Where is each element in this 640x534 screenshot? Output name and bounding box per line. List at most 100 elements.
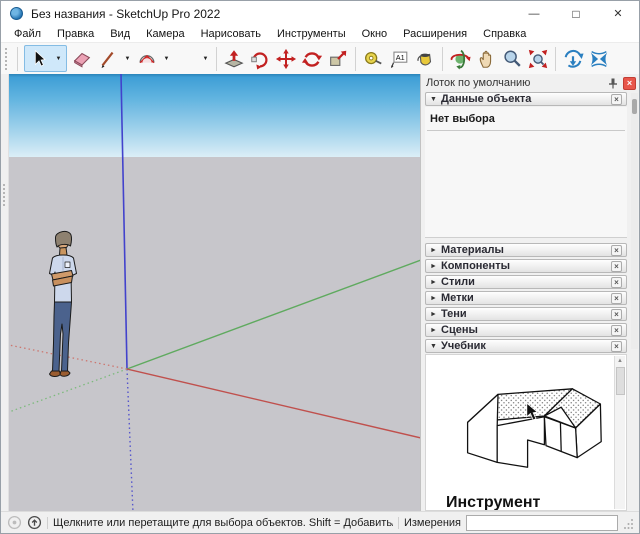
extension-warehouse-icon[interactable]	[586, 46, 612, 72]
maximize-button[interactable]: □	[555, 1, 597, 26]
chevron-right-icon: ►	[430, 247, 441, 254]
zoom-extents-tool-icon[interactable]	[525, 46, 551, 72]
section-close-button[interactable]: ×	[611, 277, 622, 288]
arc-tool-icon[interactable]	[134, 46, 160, 72]
chevron-down-icon: ▼	[430, 96, 441, 103]
credits-status-icon[interactable]	[27, 515, 42, 530]
default-tray-panel: Лоток по умолчанию × ▼ Данные объекта × …	[420, 74, 639, 511]
window-title: Без названия - SketchUp Pro 2022	[31, 7, 220, 21]
getting-started-toolbar: ▼ ▼ ▼ ▼	[1, 42, 639, 74]
shapes-tool-icon[interactable]	[173, 46, 199, 72]
text-tool-icon[interactable]: A1	[386, 46, 412, 72]
measurements-label: Измерения	[404, 517, 461, 529]
push-pull-tool-icon[interactable]	[221, 46, 247, 72]
svg-text:A1: A1	[396, 52, 405, 61]
tray-title: Лоток по умолчанию	[426, 77, 606, 89]
section-scenes[interactable]: ► Сцены ×	[425, 323, 627, 337]
spacer	[425, 238, 627, 242]
zoom-tool-icon[interactable]	[499, 46, 525, 72]
tray-header: Лоток по умолчанию ×	[421, 74, 639, 91]
section-close-button[interactable]: ×	[611, 325, 622, 336]
toolbar-drag-handle[interactable]	[5, 48, 11, 70]
section-materials[interactable]: ► Материалы ×	[425, 243, 627, 257]
title-bar: Без названия - SketchUp Pro 2022 — □ ✕	[1, 1, 639, 26]
chevron-right-icon: ►	[430, 327, 441, 334]
tape-measure-tool-icon[interactable]	[360, 46, 386, 72]
model-updates-icon[interactable]	[560, 46, 586, 72]
window-controls: — □ ✕	[513, 1, 639, 26]
status-separator	[398, 517, 399, 529]
toolbar-separator	[555, 47, 556, 71]
scale-figure	[37, 226, 87, 386]
toolbar-separator	[216, 47, 217, 71]
scrollbar-thumb[interactable]	[616, 367, 625, 395]
toolbar-separator	[17, 47, 18, 71]
section-close-button[interactable]: ×	[611, 341, 622, 352]
paint-bucket-tool-icon[interactable]	[412, 46, 438, 72]
select-tool-icon[interactable]	[26, 46, 52, 72]
menu-help[interactable]: Справка	[475, 28, 534, 40]
status-message: Щелкните или перетащите для выбора объек…	[53, 517, 393, 529]
left-dock-strip	[1, 74, 9, 511]
section-close-button[interactable]: ×	[611, 94, 622, 105]
section-instructor[interactable]: ▼ Учебник ×	[425, 339, 627, 353]
minimize-button[interactable]: —	[513, 1, 555, 26]
section-entity-info[interactable]: ▼ Данные объекта ×	[425, 92, 627, 106]
line-tool-dropdown-icon[interactable]: ▼	[121, 46, 134, 72]
menu-extensions[interactable]: Расширения	[395, 28, 475, 40]
tray-body: ▼ Данные объекта × Нет выбора ► Материал…	[421, 91, 639, 511]
resize-grip-icon[interactable]	[624, 517, 634, 529]
line-tool-icon[interactable]	[95, 46, 121, 72]
close-button[interactable]: ✕	[597, 1, 639, 26]
measurements-input[interactable]	[466, 515, 618, 531]
scale-tool-icon[interactable]	[325, 46, 351, 72]
section-shadows[interactable]: ► Тени ×	[425, 307, 627, 321]
modeling-viewport[interactable]	[9, 74, 420, 511]
toolbar-separator	[355, 47, 356, 71]
follow-me-tool-icon[interactable]	[247, 46, 273, 72]
rotate-tool-icon[interactable]	[299, 46, 325, 72]
pan-tool-icon[interactable]	[473, 46, 499, 72]
menu-window[interactable]: Окно	[354, 28, 396, 40]
move-tool-icon[interactable]	[273, 46, 299, 72]
section-components[interactable]: ► Компоненты ×	[425, 259, 627, 273]
no-selection-text: Нет выбора	[425, 107, 627, 130]
menu-camera[interactable]: Камера	[138, 28, 192, 40]
select-tool-group: ▼	[24, 45, 67, 72]
sketchup-window: Без названия - SketchUp Pro 2022 — □ ✕ Ф…	[0, 0, 640, 534]
section-close-button[interactable]: ×	[611, 293, 622, 304]
instructor-scrollbar[interactable]: ▲	[614, 356, 625, 509]
tray-scrollbar[interactable]	[631, 93, 638, 349]
menu-draw[interactable]: Нарисовать	[193, 28, 269, 40]
instructor-content: Инструмент «Выбрать» ▲	[425, 354, 627, 511]
main-area: Лоток по умолчанию × ▼ Данные объекта × …	[1, 74, 639, 511]
dock-drag-handle[interactable]	[3, 184, 6, 206]
menu-tools[interactable]: Инструменты	[269, 28, 354, 40]
menu-file[interactable]: Файл	[6, 28, 49, 40]
status-bar: Щелкните или перетащите для выбора объек…	[1, 511, 639, 533]
section-styles[interactable]: ► Стили ×	[425, 275, 627, 289]
menu-bar: Файл Правка Вид Камера Нарисовать Инстру…	[1, 26, 639, 42]
chevron-right-icon: ►	[430, 295, 441, 302]
geolocation-status-icon[interactable]	[7, 515, 22, 530]
section-tags[interactable]: ► Метки ×	[425, 291, 627, 305]
select-tool-dropdown-icon[interactable]: ▼	[52, 46, 65, 72]
eraser-tool-icon[interactable]	[69, 46, 95, 72]
arc-tool-dropdown-icon[interactable]: ▼	[160, 46, 173, 72]
section-close-button[interactable]: ×	[611, 309, 622, 320]
chevron-right-icon: ►	[430, 263, 441, 270]
tutorial-house-illustration	[450, 368, 618, 480]
tray-close-button[interactable]: ×	[623, 77, 636, 90]
scrollbar-thumb[interactable]	[632, 99, 637, 114]
orbit-tool-icon[interactable]	[447, 46, 473, 72]
tray-pin-icon[interactable]	[606, 77, 620, 90]
status-separator	[47, 517, 48, 529]
chevron-down-icon: ▼	[430, 343, 441, 350]
section-close-button[interactable]: ×	[611, 245, 622, 256]
menu-edit[interactable]: Правка	[49, 28, 102, 40]
scroll-up-icon[interactable]: ▲	[617, 356, 623, 367]
chevron-right-icon: ►	[430, 311, 441, 318]
shapes-tool-dropdown-icon[interactable]: ▼	[199, 46, 212, 72]
section-close-button[interactable]: ×	[611, 261, 622, 272]
menu-view[interactable]: Вид	[102, 28, 138, 40]
